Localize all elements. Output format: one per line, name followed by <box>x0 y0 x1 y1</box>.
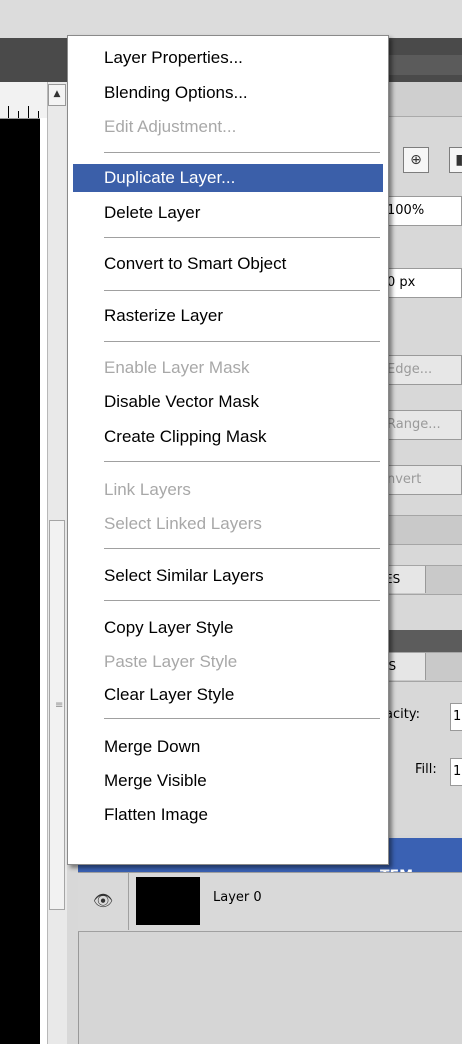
layer-context-menu: Layer Properties... Blending Options... … <box>67 35 389 865</box>
menu-item-rasterize-layer[interactable]: Rasterize Layer <box>73 302 383 330</box>
panel-toolbar <box>380 82 462 117</box>
panel-tabstrip-1 <box>382 515 462 545</box>
px-field[interactable]: 0 px <box>382 268 462 298</box>
menu-separator <box>104 461 380 463</box>
opacity-label: acity: <box>385 707 420 722</box>
menu-item-select-linked-layers: Select Linked Layers <box>104 514 262 533</box>
menu-item-merge-visible[interactable]: Merge Visible <box>73 767 383 795</box>
invert-button[interactable]: nvert <box>382 465 462 495</box>
menu-item-delete-layer[interactable]: Delete Layer <box>73 199 383 227</box>
menu-item-layer-properties[interactable]: Layer Properties... <box>73 44 383 72</box>
fill-label: Fill: <box>415 762 437 777</box>
eye-icon[interactable]: 👁 <box>78 872 129 930</box>
refine-edge-button[interactable]: Edge... <box>382 355 462 385</box>
menu-item-enable-layer-mask: Enable Layer Mask <box>104 358 250 377</box>
scrollbar-thumb[interactable] <box>49 520 65 910</box>
menu-item-convert-to-smart-object[interactable]: Convert to Smart Object <box>73 250 383 278</box>
menu-item-duplicate-layer[interactable]: Duplicate Layer... <box>73 164 383 192</box>
menu-item-link-layers: Link Layers <box>104 480 191 499</box>
new-layer-tool-icon[interactable]: ⊕ <box>403 147 429 173</box>
menu-separator <box>104 237 380 239</box>
color-range-button[interactable]: Range... <box>382 410 462 440</box>
menu-item-merge-down[interactable]: Merge Down <box>73 733 383 761</box>
layer0-name: Layer 0 <box>213 890 262 905</box>
menu-item-select-similar-layers[interactable]: Select Similar Layers <box>73 562 383 590</box>
menu-item-edit-adjustment: Edit Adjustment... <box>104 117 237 136</box>
menu-separator <box>104 152 380 154</box>
panel-tabstrip-2: ES <box>382 565 462 595</box>
scroll-grip-icon: ≡ <box>55 700 64 711</box>
menu-separator <box>104 341 380 343</box>
mode-tool-icon[interactable]: ◧ <box>449 147 462 173</box>
panel-tabstrip-3: IS <box>382 652 462 682</box>
menu-item-create-clipping-mask[interactable]: Create Clipping Mask <box>73 423 383 451</box>
menu-separator <box>104 718 380 720</box>
canvas-edge <box>40 118 47 1044</box>
scroll-up-arrow-icon[interactable]: ▲ <box>48 84 66 106</box>
menu-item-blending-options[interactable]: Blending Options... <box>73 79 383 107</box>
top-strip <box>0 0 462 38</box>
panel-header-bar <box>382 630 462 652</box>
menu-separator <box>104 600 380 602</box>
menu-item-disable-vector-mask[interactable]: Disable Vector Mask <box>73 388 383 416</box>
menu-item-paste-layer-style: Paste Layer Style <box>104 652 238 671</box>
layer0-thumbnail <box>136 877 200 925</box>
menu-item-copy-layer-style[interactable]: Copy Layer Style <box>73 614 383 642</box>
panel-title-bar-right <box>385 55 462 75</box>
opacity-field[interactable]: 1 <box>450 703 462 731</box>
menu-separator <box>104 290 380 292</box>
menu-item-flatten-image[interactable]: Flatten Image <box>73 801 383 829</box>
menu-item-clear-layer-style[interactable]: Clear Layer Style <box>73 681 383 709</box>
zoom-field[interactable]: 100% <box>382 196 462 226</box>
fill-field[interactable]: 1 <box>450 758 462 786</box>
menu-separator <box>104 548 380 550</box>
